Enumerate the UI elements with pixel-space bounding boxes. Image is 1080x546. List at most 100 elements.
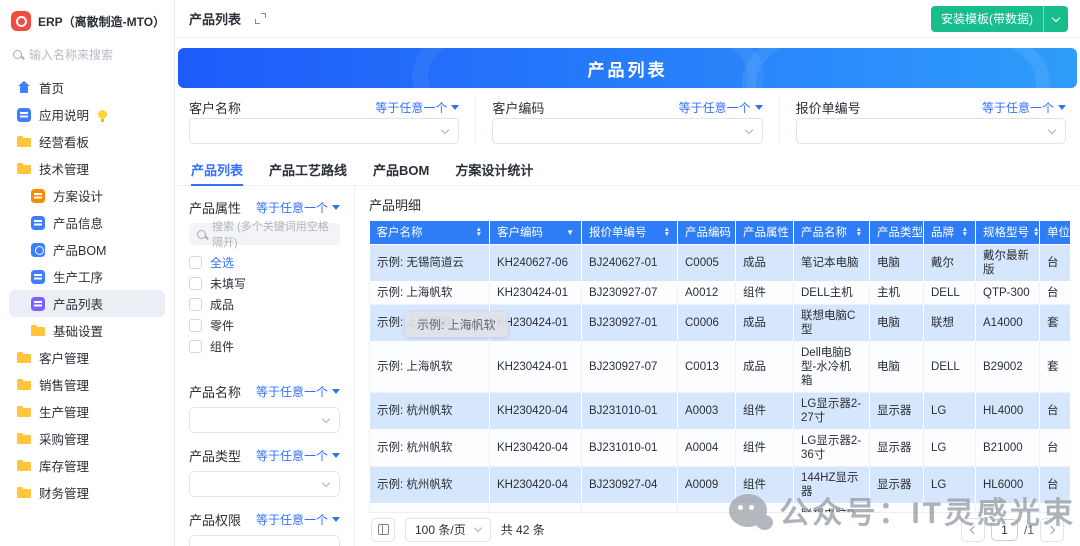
- page-number-input[interactable]: 1: [991, 519, 1018, 541]
- table-row[interactable]: 示例: 上海帆软KH230424-01BJ230927-01C0006成品联想电…: [370, 304, 1071, 341]
- table-row[interactable]: 示例: 上海帆软KH230424-01BJ230927-07A0012组件DEL…: [370, 281, 1071, 304]
- sidebar-item[interactable]: 技术管理: [9, 155, 165, 182]
- side-filter-operator-dropdown[interactable]: 等于任意一个: [256, 511, 340, 528]
- chevron-down-icon: [322, 414, 330, 422]
- filter-operator-dropdown[interactable]: 等于任意一个: [982, 99, 1066, 116]
- column-header[interactable]: 报价单编号▲▼: [582, 221, 678, 244]
- table-cell: KH240627-06: [490, 244, 582, 281]
- sidebar-item[interactable]: 采购管理: [9, 425, 165, 452]
- attribute-option[interactable]: 未填写: [189, 273, 340, 294]
- sidebar-item[interactable]: 销售管理: [9, 371, 165, 398]
- sidebar-item[interactable]: 方案设计: [9, 182, 165, 209]
- checkbox[interactable]: [189, 298, 202, 311]
- table-cell: 套: [1040, 503, 1071, 512]
- side-filter-value-select[interactable]: [189, 535, 340, 546]
- checkbox[interactable]: [189, 319, 202, 332]
- column-header-content: 规格型号▲▼: [983, 224, 1032, 240]
- sort-icon: ▲▼: [664, 227, 670, 237]
- sort-desc-icon: ▼: [566, 228, 574, 237]
- sidebar-item[interactable]: 产品列表: [9, 290, 165, 317]
- table-cell: 显示器: [870, 392, 924, 429]
- chevron-down-icon: [1048, 125, 1056, 133]
- checkbox[interactable]: [189, 256, 202, 269]
- side-filter-operator-dropdown[interactable]: 等于任意一个: [256, 383, 340, 400]
- filter-value-select[interactable]: [189, 118, 459, 144]
- attribute-operator-dropdown[interactable]: 等于任意一个: [256, 199, 340, 216]
- attribute-option[interactable]: 全选: [189, 252, 340, 273]
- next-page-button[interactable]: [1040, 518, 1064, 542]
- tab-item[interactable]: 方案设计统计: [455, 154, 533, 185]
- table-cell: 组件: [736, 392, 794, 429]
- attribute-search-input[interactable]: 搜索 (多个关键词用空格隔开): [189, 223, 340, 245]
- filter-group: 客户名称等于任意一个: [189, 96, 476, 144]
- table-row[interactable]: 示例: 杭州帆软KH230420-04BJ230927-04A0009组件144…: [370, 466, 1071, 503]
- table-row[interactable]: 示例: 上海帆软KH230424-01BJ230927-07C0013成品Del…: [370, 341, 1071, 392]
- sidebar-item[interactable]: 应用说明: [9, 101, 165, 128]
- sort-down-arrow: ▼: [962, 232, 968, 237]
- sidebar-item[interactable]: 财务管理: [9, 479, 165, 506]
- sidebar-item[interactable]: 经营看板: [9, 128, 165, 155]
- app-logo-icon: [11, 11, 31, 31]
- column-header[interactable]: 产品属性▲▼: [736, 221, 794, 244]
- table-cell: KH230424-01: [490, 341, 582, 392]
- side-dropdown-filters: 产品名称等于任意一个产品类型等于任意一个产品权限等于任意一个: [189, 382, 340, 546]
- column-header[interactable]: 单位: [1040, 221, 1071, 244]
- install-template-button[interactable]: 安装模板(带数据): [931, 6, 1068, 32]
- attribute-option[interactable]: 成品: [189, 294, 340, 315]
- attribute-option[interactable]: 零件: [189, 315, 340, 336]
- attribute-option[interactable]: 组件: [189, 336, 340, 357]
- sidebar-search-placeholder: 输入名称来搜索: [29, 46, 113, 63]
- table-cell: C0005: [678, 244, 736, 281]
- table-row[interactable]: 示例: 杭州帆软KH230420-04BJ231010-01A0004组件LG显…: [370, 429, 1071, 466]
- sidebar-item[interactable]: 产品BOM: [9, 236, 165, 263]
- doc-blue-icon: [17, 108, 31, 122]
- tab-active[interactable]: 产品列表: [191, 154, 243, 185]
- sidebar-search-input[interactable]: 输入名称来搜索: [13, 42, 163, 66]
- column-header[interactable]: 客户名称▲▼: [370, 221, 490, 244]
- table-cell: Dell电脑B型-水冷机箱: [794, 341, 870, 392]
- page-size-select[interactable]: 100 条/页: [405, 518, 491, 542]
- sidebar-item-label: 产品BOM: [53, 240, 106, 259]
- filter-operator-dropdown[interactable]: 等于任意一个: [679, 99, 763, 116]
- column-header[interactable]: 产品名称▲▼: [794, 221, 870, 244]
- tab-item[interactable]: 产品BOM: [373, 154, 429, 185]
- table-row[interactable]: 示例: 杭州帆软KH230420-04BJ231010-01C0001成品联想电…: [370, 503, 1071, 512]
- side-filter-value-select[interactable]: [189, 471, 340, 497]
- attribute-option-label: 零件: [210, 317, 234, 334]
- side-filter-operator-dropdown[interactable]: 等于任意一个: [256, 447, 340, 464]
- checkbox[interactable]: [189, 340, 202, 353]
- sidebar-item[interactable]: 生产工序: [9, 263, 165, 290]
- table-row[interactable]: 示例: 杭州帆软KH230420-04BJ231010-01A0003组件LG显…: [370, 392, 1071, 429]
- column-header[interactable]: 规格型号▲▼: [976, 221, 1040, 244]
- sidebar-item[interactable]: 客户管理: [9, 344, 165, 371]
- prev-page-button[interactable]: [961, 518, 985, 542]
- table-cell: BJ240627-01: [582, 244, 678, 281]
- table-cell: 电脑: [870, 304, 924, 341]
- sidebar-item[interactable]: 库存管理: [9, 452, 165, 479]
- column-header[interactable]: 产品类型▲▼: [870, 221, 924, 244]
- fullscreen-icon[interactable]: [255, 13, 266, 24]
- column-header[interactable]: 产品编码▲: [678, 221, 736, 244]
- sidebar: ERP（离散制造-MTO） 输入名称来搜索 首页应用说明经营看板技术管理方案设计…: [0, 0, 175, 546]
- column-header[interactable]: 品牌▲▼: [924, 221, 976, 244]
- side-filter-label: 产品类型: [189, 446, 241, 465]
- filter-operator-dropdown[interactable]: 等于任意一个: [375, 99, 459, 116]
- table-row[interactable]: 示例: 无锡简道云KH240627-06BJ240627-01C0005成品笔记…: [370, 244, 1071, 281]
- sidebar-item[interactable]: 基础设置: [9, 317, 165, 344]
- column-settings-button[interactable]: [371, 518, 395, 542]
- filter-value-select[interactable]: [796, 118, 1066, 144]
- filter-value-select[interactable]: [492, 118, 762, 144]
- sidebar-item[interactable]: 产品信息: [9, 209, 165, 236]
- column-header-label: 产品属性: [743, 224, 789, 240]
- column-header[interactable]: 客户编码▼: [490, 221, 582, 244]
- checkbox[interactable]: [189, 277, 202, 290]
- folder-icon: [17, 405, 31, 419]
- side-filter-value-select[interactable]: [189, 407, 340, 433]
- tab-item[interactable]: 产品工艺路线: [269, 154, 347, 185]
- sidebar-item[interactable]: 首页: [9, 74, 165, 101]
- chevron-left-icon: [970, 525, 978, 533]
- attribute-option-list: 全选未填写成品零件组件: [189, 252, 340, 357]
- table-cell: DELL: [924, 341, 976, 392]
- sidebar-item[interactable]: 生产管理: [9, 398, 165, 425]
- table-cell: KH230420-04: [490, 466, 582, 503]
